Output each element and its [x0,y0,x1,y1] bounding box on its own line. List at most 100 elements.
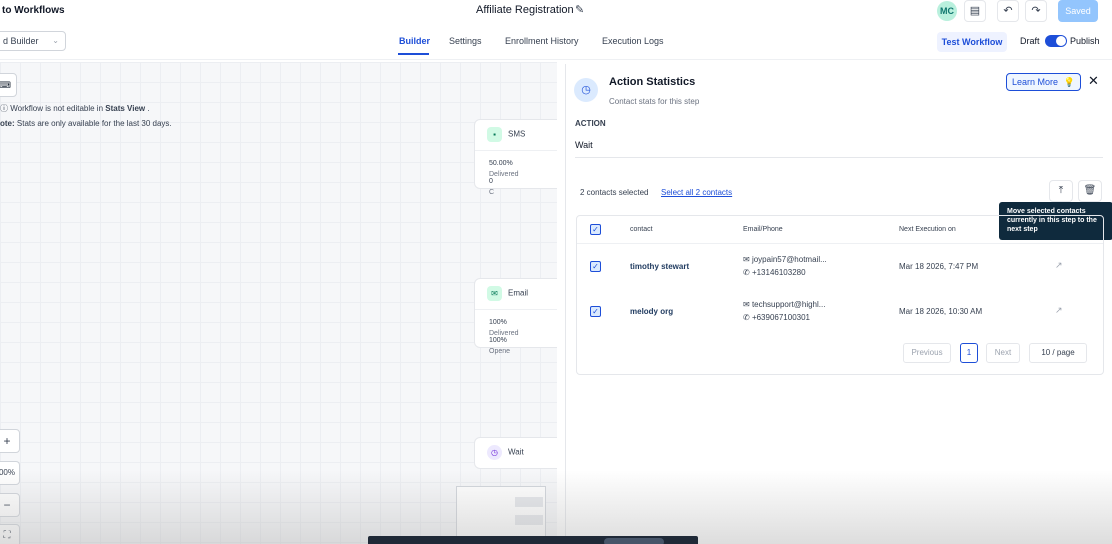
external-link-icon[interactable]: ↗ [1055,305,1063,316]
node-stats: 100% Delivered 100% Opene [475,309,557,355]
stat-label: Opene [489,348,511,355]
delete-icon[interactable]: 🗑 [1078,180,1102,202]
workflow-node-sms[interactable]: ▪ SMS 50.00% Delivered 0 C [474,119,557,196]
workflow-node-wait[interactable]: ◷ Wait [474,437,557,469]
stat-value: 0 [489,178,493,185]
page-size-select[interactable]: 10 / page [1029,343,1087,363]
tab-enrollment-history[interactable]: Enrollment History [505,36,579,46]
fit-view-icon[interactable]: ⛶ [0,524,20,544]
node-title: Email [508,288,529,298]
panel-title: Action Statistics [609,76,696,88]
publish-label: Publish [1070,36,1100,46]
minimap-node [515,497,543,507]
contact-name[interactable]: melody org [630,307,673,316]
email-text: techsupport@highl... [751,300,826,309]
stat-label: Delivered [489,171,519,178]
zoom-out-button[interactable]: − [0,493,20,517]
external-link-icon[interactable]: ↗ [1055,260,1063,271]
next-execution: Mar 18 2026, 10:30 AM [899,307,983,316]
contact-email: ✉ techsupport@highl... [743,300,826,309]
table-header: ✓ contact Email/Phone Next Execution on [577,216,1103,244]
action-value: Wait [575,140,593,150]
keyboard-icon[interactable]: ⌨ [0,73,17,97]
node-title: Wait [508,447,524,457]
test-workflow-button[interactable]: Test Workflow [937,32,1007,52]
stats-view-note: ⓘ Workflow is not editable in Stats View… [0,103,150,114]
action-statistics-panel: ◷ Action Statistics Contact stats for th… [565,64,1112,544]
minimap-node [515,515,543,525]
tab-builder[interactable]: Builder [399,36,430,46]
header-contact: contact [630,226,653,233]
contact-phone: ✆ +13146103280 [743,268,806,277]
email-text: joypain57@hotmail... [751,255,827,264]
move-to-next-step-icon[interactable]: ⤒ [1049,180,1073,202]
previous-page-button[interactable]: Previous [903,343,951,363]
publish-toggle[interactable] [1045,35,1067,47]
saved-button[interactable]: Saved [1058,0,1098,22]
table-row[interactable]: ✓ melody org ✉ techsupport@highl... ✆ +6… [577,291,1103,335]
zoom-in-button[interactable]: + [0,429,20,453]
stat-value: 50.00% [489,160,513,167]
redo-icon[interactable]: ↷ [1025,0,1047,22]
workflow-canvas[interactable]: ⌨ ⓘ Workflow is not editable in Stats Vi… [0,62,557,544]
tab-settings[interactable]: Settings [449,36,482,46]
builder-mode-value: d Builder [3,36,39,46]
undo-icon[interactable]: ↶ [997,0,1019,22]
node-title: SMS [508,129,526,139]
email-icon: ✉ [487,286,502,301]
draft-label: Draft [1020,36,1040,46]
builder-mode-select[interactable]: d Builder ⌄ [0,31,66,51]
info-icon: ⓘ [0,104,11,113]
note-range-text: Stats are only available for the last 30… [14,119,172,128]
close-icon[interactable]: ✕ [1088,73,1099,89]
taskbar [368,536,698,544]
sms-icon: ▪ [487,127,502,142]
stat-label: Delivered [489,330,519,337]
top-bar: to Workflows Affiliate Registration ✎ MC… [0,0,1112,24]
note-text: Workflow is not editable in [10,104,106,113]
divider [575,157,1103,158]
note-bold: Stats View [105,104,146,113]
stats-range-note: ote: Stats are only available for the la… [0,119,172,128]
toggle-knob [1056,36,1066,46]
edit-title-pencil-icon[interactable]: ✎ [575,3,584,16]
clock-icon: ◷ [487,445,502,460]
panel-subtitle: Contact stats for this step [609,97,700,106]
back-to-workflows-link[interactable]: to Workflows [2,5,65,16]
contact-name[interactable]: timothy stewart [630,262,689,271]
header-next-execution: Next Execution on [899,226,956,233]
row-checkbox[interactable]: ✓ [590,306,601,317]
user-avatar[interactable]: MC [937,1,957,21]
action-label: ACTION [575,119,606,128]
clock-icon: ◷ [574,78,598,102]
workflow-title: Affiliate Registration [476,4,574,16]
row-checkbox[interactable]: ✓ [590,261,601,272]
select-all-link[interactable]: Select all 2 contacts [661,188,732,197]
chevron-down-icon: ⌄ [52,36,59,45]
learn-more-label: Learn More [1012,77,1059,87]
phone-text: +639067100301 [751,313,810,322]
notes-icon[interactable]: ▤ [964,0,986,22]
stat-value: 100% [489,319,507,326]
next-execution: Mar 18 2026, 7:47 PM [899,262,979,271]
taskbar-pill [604,538,664,544]
page-1-button[interactable]: 1 [960,343,978,363]
stat-label: C [489,189,495,196]
note-suffix: . [145,104,150,113]
next-page-button[interactable]: Next [986,343,1020,363]
phone-text: +13146103280 [751,268,806,277]
table-row[interactable]: ✓ timothy stewart ✉ joypain57@hotmail...… [577,246,1103,290]
contact-email: ✉ joypain57@hotmail... [743,255,827,264]
lightbulb-icon: 💡 [1063,77,1075,87]
contacts-table: ✓ contact Email/Phone Next Execution on … [576,215,1104,375]
stat-value: 100% [489,337,507,344]
active-tab-indicator [398,53,429,55]
nav-bar: d Builder ⌄ Builder Settings Enrollment … [0,28,1112,60]
contact-phone: ✆ +639067100301 [743,313,810,322]
selected-count: 2 contacts selected [580,188,649,197]
learn-more-button[interactable]: Learn More 💡 [1006,73,1081,91]
header-email-phone: Email/Phone [743,226,783,233]
select-all-checkbox[interactable]: ✓ [590,224,601,235]
workflow-node-email[interactable]: ✉ Email 100% Delivered 100% Opene [474,278,557,355]
tab-execution-logs[interactable]: Execution Logs [602,36,664,46]
